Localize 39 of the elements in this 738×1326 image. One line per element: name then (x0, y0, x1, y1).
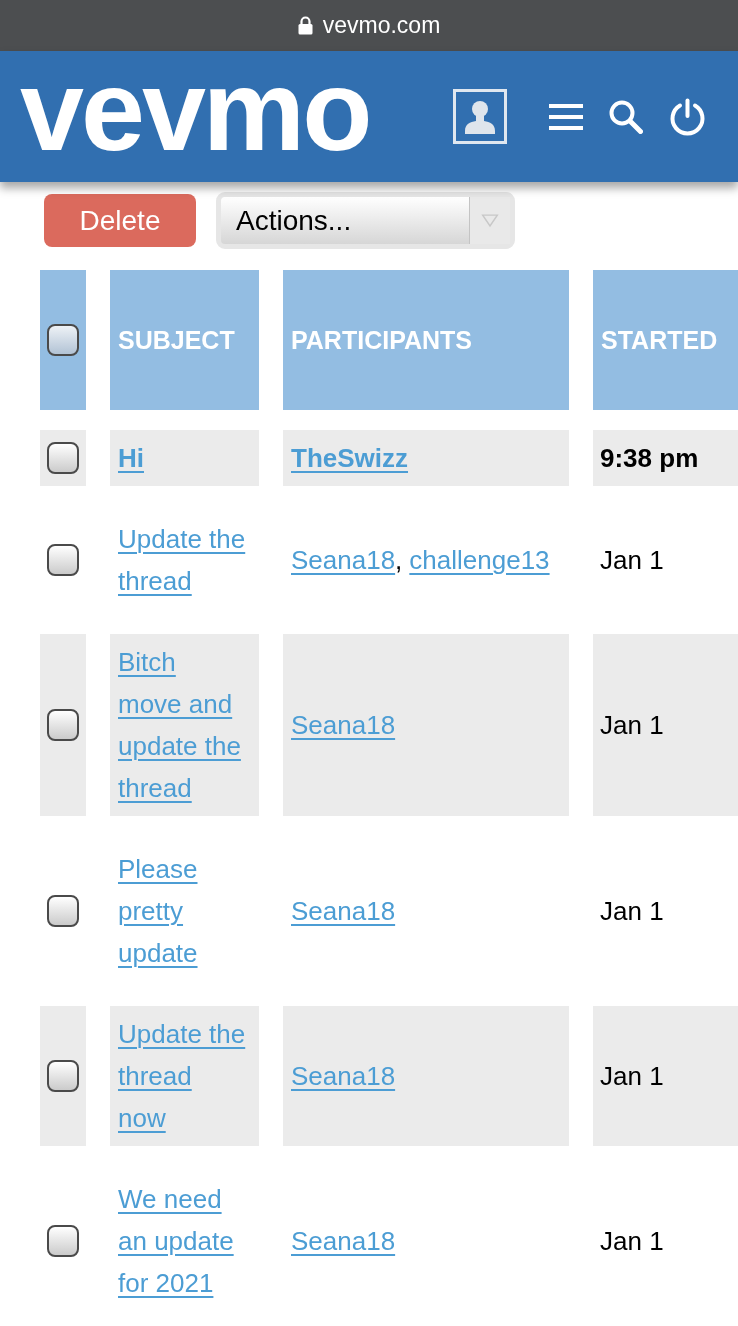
participant-link[interactable]: Seana18 (291, 1055, 396, 1097)
select-all-checkbox[interactable] (47, 324, 79, 356)
subject-link[interactable]: Bitch move and update the thread (118, 641, 246, 809)
row-checkbox[interactable] (47, 1060, 79, 1092)
subject-link[interactable]: We need an update for 2021 (118, 1178, 246, 1304)
actions-select[interactable]: Actions... (216, 192, 515, 249)
subject-link[interactable]: Hi (118, 437, 144, 479)
menu-icon[interactable] (549, 102, 583, 131)
participant-link[interactable]: challenge13 (409, 539, 550, 581)
subject-link[interactable]: Please pretty update (118, 848, 246, 974)
power-icon[interactable] (669, 97, 706, 136)
row-checkbox[interactable] (47, 442, 79, 474)
participant-link[interactable]: Seana18 (291, 539, 396, 581)
row-checkbox[interactable] (47, 709, 79, 741)
started-date: Jan 1 (600, 544, 664, 577)
search-icon[interactable] (609, 99, 643, 134)
column-header: PARTICIPANTS (283, 270, 569, 410)
delete-button[interactable]: Delete (44, 194, 196, 247)
started-date: Jan 1 (600, 1225, 664, 1258)
comma-separator: , (395, 544, 403, 577)
column-header: SUBJECT (110, 270, 259, 410)
started-date: Jan 1 (600, 1060, 664, 1093)
started-date: Jan 1 (600, 709, 664, 742)
participant-link[interactable]: Seana18 (291, 1220, 396, 1262)
participant-link[interactable]: TheSwizz (291, 437, 408, 479)
row-checkbox[interactable] (47, 895, 79, 927)
row-checkbox[interactable] (47, 544, 79, 576)
started-date: Jan 1 (600, 895, 664, 928)
column-header: STARTED (593, 270, 738, 410)
participant-link[interactable]: Seana18 (291, 704, 396, 746)
participant-link[interactable]: Seana18 (291, 890, 396, 932)
subject-link[interactable]: Update the thread (118, 518, 246, 602)
row-checkbox[interactable] (47, 1225, 79, 1257)
lock-icon (297, 16, 313, 35)
user-profile-icon[interactable] (453, 89, 507, 144)
site-logo[interactable]: vevmo (20, 53, 370, 168)
subject-link[interactable]: Update the thread now (118, 1013, 246, 1139)
url-text[interactable]: vevmo.com (322, 14, 441, 37)
started-date: 9:38 pm (600, 442, 699, 475)
